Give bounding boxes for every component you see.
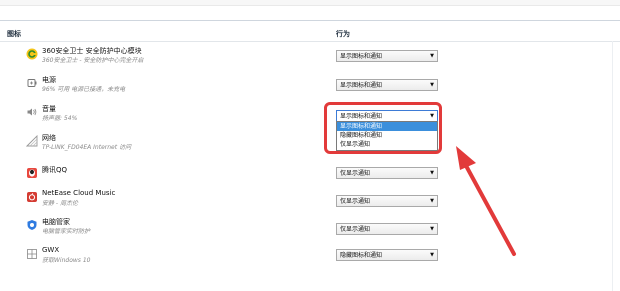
item-description: 360安全卫士 - 安全防护中心完全开启 — [42, 57, 144, 64]
list-item: 腾讯QQ 仅显示通知 ▼ — [0, 165, 620, 191]
list-item: NetEase Cloud Music 安静 - 周杰伦 仅显示通知 ▼ — [0, 189, 620, 215]
battery-icon — [26, 77, 38, 89]
network-icon — [26, 135, 38, 147]
chevron-down-icon: ▼ — [430, 198, 434, 204]
behavior-select[interactable]: 仅显示通知 ▼ — [336, 195, 438, 207]
pc-manager-icon — [26, 219, 38, 231]
item-description: 安静 - 周杰伦 — [42, 200, 78, 207]
notification-icons-panel: 图标 行为 360安全卫士 安全防护中心模块 360安全卫士 - 安全防护中心完… — [0, 20, 620, 291]
panel-right-divider — [612, 41, 613, 291]
select-value: 显示图标和通知 — [340, 82, 383, 89]
gwx-icon — [26, 248, 38, 260]
item-description: 获取Windows 10 — [42, 257, 91, 264]
behavior-column-header: 行为 — [336, 30, 350, 38]
speaker-icon — [26, 106, 38, 118]
top-hint-strip — [0, 0, 620, 6]
behavior-select[interactable]: 隐藏图标和通知 ▼ — [336, 249, 438, 261]
item-name: GWX — [42, 246, 60, 254]
list-item: 音量 扬声器: 54% 显示图标和通知 ▼ — [0, 104, 620, 130]
chevron-down-icon: ▼ — [430, 82, 434, 88]
netease-music-icon — [26, 191, 38, 203]
behavior-select[interactable]: 显示图标和通知 ▼ — [336, 50, 438, 62]
360-shield-icon — [26, 48, 38, 60]
annotation-highlight-box — [324, 102, 442, 154]
select-value: 仅显示通知 — [340, 226, 371, 233]
select-value: 显示图标和通知 — [340, 53, 383, 60]
chevron-down-icon: ▼ — [430, 252, 434, 258]
item-description: 电脑管家实时防护 — [42, 228, 91, 235]
select-value: 仅显示通知 — [340, 198, 371, 205]
chevron-down-icon: ▼ — [430, 53, 434, 59]
chevron-down-icon: ▼ — [430, 170, 434, 176]
header-divider — [0, 41, 620, 42]
list-item: 360安全卫士 安全防护中心模块 360安全卫士 - 安全防护中心完全开启 显示… — [0, 46, 620, 72]
list-item: 电源 96% 可用 电源已接通，未充电 显示图标和通知 ▼ — [0, 75, 620, 101]
select-value: 隐藏图标和通知 — [340, 252, 383, 259]
select-value: 仅显示通知 — [340, 170, 371, 177]
list-item: 电脑管家 电脑管家实时防护 仅显示通知 ▼ — [0, 217, 620, 243]
list-item: GWX 获取Windows 10 隐藏图标和通知 ▼ — [0, 246, 620, 272]
behavior-select[interactable]: 仅显示通知 ▼ — [336, 167, 438, 179]
behavior-select[interactable]: 仅显示通知 ▼ — [336, 223, 438, 235]
list-item: 网络 TP-LINK_FD04EA Internet 访问 — [0, 133, 620, 159]
qq-icon — [26, 167, 38, 179]
icons-column-header: 图标 — [7, 30, 21, 38]
item-name: NetEase Cloud Music — [42, 189, 116, 197]
item-description: 96% 可用 电源已接通，未充电 — [42, 86, 126, 93]
chevron-down-icon: ▼ — [430, 226, 434, 232]
item-description: TP-LINK_FD04EA Internet 访问 — [42, 144, 132, 151]
item-description: 扬声器: 54% — [42, 115, 78, 122]
item-name: 腾讯QQ — [42, 166, 68, 174]
behavior-select[interactable]: 显示图标和通知 ▼ — [336, 79, 438, 91]
